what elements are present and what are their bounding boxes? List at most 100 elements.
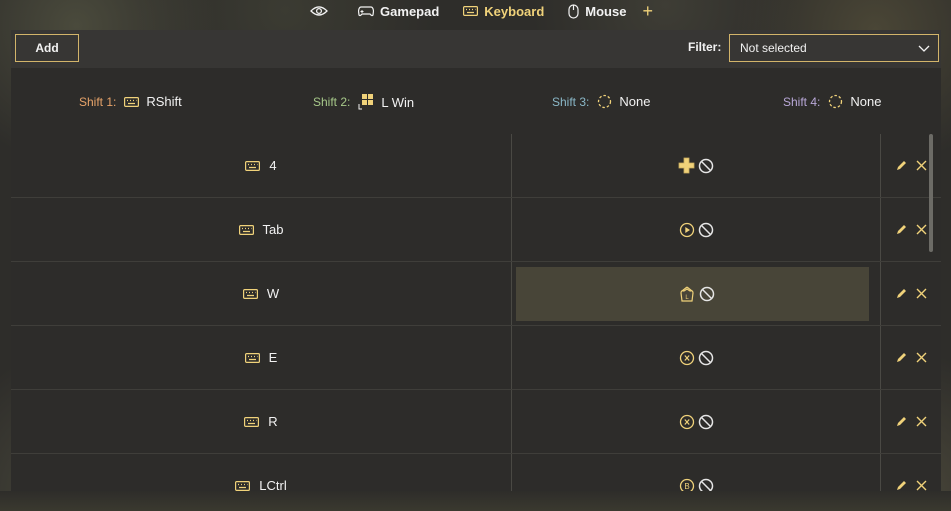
keyboard-icon xyxy=(235,480,251,491)
key-cell[interactable]: 4 xyxy=(11,134,512,197)
svg-text:B: B xyxy=(684,482,689,491)
add-button[interactable]: Add xyxy=(15,34,79,62)
mapping-table: 4 Tab W L E R LCtrl B xyxy=(11,134,941,491)
key-cell[interactable]: W xyxy=(11,262,512,325)
close-icon xyxy=(916,480,926,491)
top-tab-bar: Gamepad Keyboard Mouse + xyxy=(0,0,951,22)
row-actions xyxy=(881,454,941,491)
pencil-icon xyxy=(896,417,906,426)
key-label: W xyxy=(266,286,280,301)
table-row: E xyxy=(11,326,941,390)
delete-button[interactable] xyxy=(916,416,927,427)
key-label: Tab xyxy=(262,222,284,237)
mapping-cell[interactable]: B xyxy=(512,454,881,491)
key-cell[interactable]: E xyxy=(11,326,512,389)
delete-button[interactable] xyxy=(916,352,927,363)
shift-3[interactable]: Shift 3: None xyxy=(552,94,650,109)
tab-keyboard[interactable]: Keyboard xyxy=(463,4,544,19)
pencil-icon xyxy=(896,289,906,298)
keyboard-icon xyxy=(244,416,260,427)
delete-button[interactable] xyxy=(916,160,927,171)
row-actions xyxy=(881,262,941,325)
key-cell[interactable]: R xyxy=(11,390,512,453)
keyboard-icon xyxy=(238,224,254,235)
scrollbar[interactable] xyxy=(929,134,933,252)
filter-dropdown[interactable]: Not selected xyxy=(729,34,939,62)
key-label: E xyxy=(268,350,278,365)
delete-button[interactable] xyxy=(916,288,927,299)
edit-button[interactable] xyxy=(896,480,907,491)
shift-bar: Shift 1: RShift Shift 2: L Win Shift 3: … xyxy=(11,68,941,134)
shift-2-label: Shift 2: xyxy=(313,95,351,109)
shift-2-value: L Win xyxy=(381,94,415,110)
tab-gamepad[interactable]: Gamepad xyxy=(358,4,439,19)
filter-label: Filter: xyxy=(688,40,722,54)
b-button-icon: B xyxy=(679,478,694,491)
shift-4[interactable]: Shift 4: None xyxy=(783,94,881,109)
keyboard-icon xyxy=(245,160,261,171)
mapping-cell[interactable] xyxy=(512,198,881,261)
shift-4-label: Shift 4: xyxy=(783,94,821,109)
left-stick-up-icon: L xyxy=(679,286,694,302)
table-row: W L xyxy=(11,262,941,326)
table-row: LCtrl B xyxy=(11,454,941,491)
chevron-down-icon xyxy=(918,45,930,52)
edit-button[interactable] xyxy=(896,352,907,363)
mouse-icon xyxy=(568,3,579,19)
disabled-icon xyxy=(698,478,713,491)
tab-mouse[interactable]: Mouse xyxy=(568,4,626,19)
x-button-icon xyxy=(679,414,694,429)
tab-keyboard-label: Keyboard xyxy=(484,3,545,19)
close-icon xyxy=(916,416,926,427)
mapping-cell[interactable] xyxy=(512,134,881,197)
edit-button[interactable] xyxy=(896,416,907,427)
disabled-icon xyxy=(699,286,714,301)
edit-button[interactable] xyxy=(896,160,907,171)
pencil-icon xyxy=(896,353,906,362)
row-actions xyxy=(881,390,941,453)
close-icon xyxy=(916,352,926,363)
key-cell[interactable]: LCtrl xyxy=(11,454,512,491)
key-label: LCtrl xyxy=(259,478,287,491)
shift-2[interactable]: Shift 2: L Win xyxy=(313,94,414,110)
bottom-background xyxy=(0,491,951,511)
dpad-icon xyxy=(678,157,695,174)
pencil-icon xyxy=(896,481,906,490)
shift-1-value: RShift xyxy=(146,94,182,109)
key-cell[interactable]: Tab xyxy=(11,198,512,261)
pencil-icon xyxy=(896,225,906,234)
delete-button[interactable] xyxy=(916,480,927,491)
key-label: R xyxy=(268,414,278,429)
mapping-cell-selected[interactable]: L xyxy=(512,262,881,325)
disabled-icon xyxy=(698,350,713,365)
tab-visibility[interactable] xyxy=(310,5,334,17)
keyboard-icon xyxy=(463,6,479,16)
edit-button[interactable] xyxy=(896,288,907,299)
close-icon xyxy=(916,224,926,235)
svg-text:L: L xyxy=(685,295,689,301)
disabled-icon xyxy=(698,222,713,237)
key-label: 4 xyxy=(269,158,277,173)
keyboard-icon xyxy=(124,96,140,107)
table-row: R xyxy=(11,390,941,454)
row-actions xyxy=(881,326,941,389)
mapping-cell[interactable] xyxy=(512,326,881,389)
shift-3-value: None xyxy=(619,94,651,109)
add-tab-button[interactable]: + xyxy=(642,1,653,22)
pencil-icon xyxy=(896,161,906,170)
toolbar: Add Filter: Not selected xyxy=(11,30,941,68)
disabled-icon xyxy=(698,414,713,429)
shift-4-value: None xyxy=(850,94,882,109)
keyboard-icon xyxy=(242,288,258,299)
table-row: 4 xyxy=(11,134,941,198)
shift-1[interactable]: Shift 1: RShift xyxy=(79,94,182,109)
mapping-cell[interactable] xyxy=(512,390,881,453)
dashed-circle-icon xyxy=(829,94,843,109)
delete-button[interactable] xyxy=(916,224,927,235)
shift-3-label: Shift 3: xyxy=(552,94,590,109)
table-row: Tab xyxy=(11,198,941,262)
close-icon xyxy=(916,288,926,299)
edit-button[interactable] xyxy=(896,224,907,235)
dashed-circle-icon xyxy=(598,94,612,109)
start-button-icon xyxy=(679,222,694,237)
